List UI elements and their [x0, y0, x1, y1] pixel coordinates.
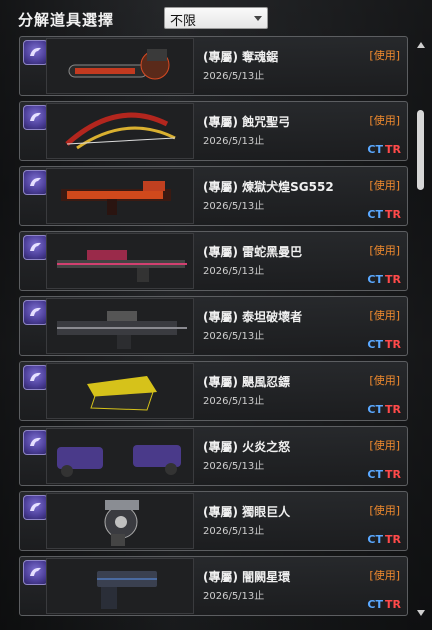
item-use-link[interactable]: [使用] — [369, 502, 400, 518]
bow-icon — [65, 112, 176, 150]
ct-badge: CT — [367, 143, 383, 156]
item-type-icon — [23, 365, 48, 390]
pistol-icon — [97, 571, 157, 609]
list-item[interactable]: (專屬) 雷蛇黑曼巴 2026/5/13止 [使用] CT TR — [19, 231, 408, 291]
page-title: 分解道具選擇 — [18, 11, 115, 29]
weapon-image — [46, 428, 194, 484]
tr-badge: TR — [385, 533, 401, 546]
header: 分解道具選擇 不限 — [0, 0, 432, 36]
item-name: (專屬) 泰坦破壞者 — [203, 310, 303, 324]
machine-gun-icon — [57, 311, 187, 349]
list-item[interactable]: (專屬) 獨眼巨人 2026/5/13止 [使用] CT TR — [19, 491, 408, 551]
item-name: (專屬) 蝕咒聖弓 — [203, 115, 291, 129]
item-type-icon — [23, 235, 48, 260]
tr-badge: TR — [385, 598, 401, 611]
item-use-link[interactable]: [使用] — [369, 47, 400, 63]
item-type-icon — [23, 170, 48, 195]
filter-selected-value: 不限 — [170, 14, 197, 29]
ct-badge: CT — [367, 338, 383, 351]
ct-badge: CT — [367, 273, 383, 286]
item-use-link[interactable]: [使用] — [369, 177, 400, 193]
rifle-icon — [61, 181, 171, 215]
item-use-link[interactable]: [使用] — [369, 307, 400, 323]
sniper-icon — [57, 250, 187, 282]
item-type-icon — [23, 430, 48, 455]
filter-select[interactable]: 不限 — [164, 7, 268, 29]
item-name: (專屬) 火炎之怒 — [203, 440, 291, 454]
ct-badge: CT — [367, 208, 383, 221]
item-name: (專屬) 奪魂鋸 — [203, 50, 279, 64]
list-item[interactable]: (專屬) 奪魂鋸 2026/5/13止 [使用] — [19, 36, 408, 96]
item-expiry: 2026/5/13止 — [203, 136, 265, 147]
cannon-icon — [104, 500, 139, 546]
tr-badge: TR — [385, 338, 401, 351]
weapon-image — [46, 168, 194, 224]
weapon-image — [46, 363, 194, 419]
tr-badge: TR — [385, 208, 401, 221]
weapon-image — [46, 298, 194, 354]
item-name: (專屬) 闇闕星環 — [203, 570, 291, 584]
item-type-icon — [23, 495, 48, 520]
tr-badge: TR — [385, 273, 401, 286]
item-expiry: 2026/5/13止 — [203, 71, 265, 82]
scroll-down-icon[interactable] — [417, 610, 425, 616]
scroll-up-icon[interactable] — [417, 42, 425, 48]
weapon-image — [46, 558, 194, 614]
list-item[interactable]: (專屬) 火炎之怒 2026/5/13止 [使用] CT TR — [19, 426, 408, 486]
tr-badge: TR — [385, 403, 401, 416]
weapon-image — [46, 38, 194, 94]
ct-badge: CT — [367, 533, 383, 546]
item-expiry: 2026/5/13止 — [203, 526, 265, 537]
tr-badge: TR — [385, 468, 401, 481]
item-use-link[interactable]: [使用] — [369, 437, 400, 453]
list-item[interactable]: (專屬) 颶風忍鏢 2026/5/13止 [使用] CT TR — [19, 361, 408, 421]
scroll-thumb[interactable] — [417, 110, 424, 190]
item-expiry: 2026/5/13止 — [203, 201, 265, 212]
weapon-image — [46, 233, 194, 289]
item-type-icon — [23, 300, 48, 325]
item-use-link[interactable]: [使用] — [369, 242, 400, 258]
item-type-icon — [23, 105, 48, 130]
tr-badge: TR — [385, 143, 401, 156]
item-type-icon — [23, 560, 48, 585]
item-name: (專屬) 煉獄犬煌SG552 — [203, 180, 334, 194]
item-expiry: 2026/5/13止 — [203, 266, 265, 277]
item-expiry: 2026/5/13止 — [203, 331, 265, 342]
item-name: (專屬) 獨眼巨人 — [203, 505, 291, 519]
item-expiry: 2026/5/13止 — [203, 461, 265, 472]
list-item[interactable]: (專屬) 煉獄犬煌SG552 2026/5/13止 [使用] CT TR — [19, 166, 408, 226]
item-list: (專屬) 奪魂鋸 2026/5/13止 [使用] (專屬) 蝕咒聖弓 2026/… — [19, 36, 409, 616]
list-item[interactable]: (專屬) 泰坦破壞者 2026/5/13止 [使用] CT TR — [19, 296, 408, 356]
list-item[interactable]: (專屬) 蝕咒聖弓 2026/5/13止 [使用] CT TR — [19, 101, 408, 161]
shuriken-icon — [87, 376, 157, 411]
chevron-down-icon — [254, 16, 262, 21]
item-name: (專屬) 雷蛇黑曼巴 — [203, 245, 303, 259]
item-use-link[interactable]: [使用] — [369, 112, 400, 128]
item-use-link[interactable]: [使用] — [369, 567, 400, 583]
list-item[interactable]: (專屬) 闇闕星環 2026/5/13止 [使用] CT TR — [19, 556, 408, 616]
item-type-icon — [23, 40, 48, 65]
item-expiry: 2026/5/13止 — [203, 396, 265, 407]
item-use-link[interactable]: [使用] — [369, 372, 400, 388]
ct-badge: CT — [367, 403, 383, 416]
ct-badge: CT — [367, 468, 383, 481]
item-expiry: 2026/5/13止 — [203, 591, 265, 602]
weapon-image — [46, 103, 194, 159]
dual-pistols-icon — [57, 445, 181, 477]
scrollbar[interactable] — [415, 40, 427, 618]
item-name: (專屬) 颶風忍鏢 — [203, 375, 291, 389]
chainsaw-icon — [68, 49, 170, 80]
ct-badge: CT — [367, 598, 383, 611]
weapon-image — [46, 493, 194, 549]
